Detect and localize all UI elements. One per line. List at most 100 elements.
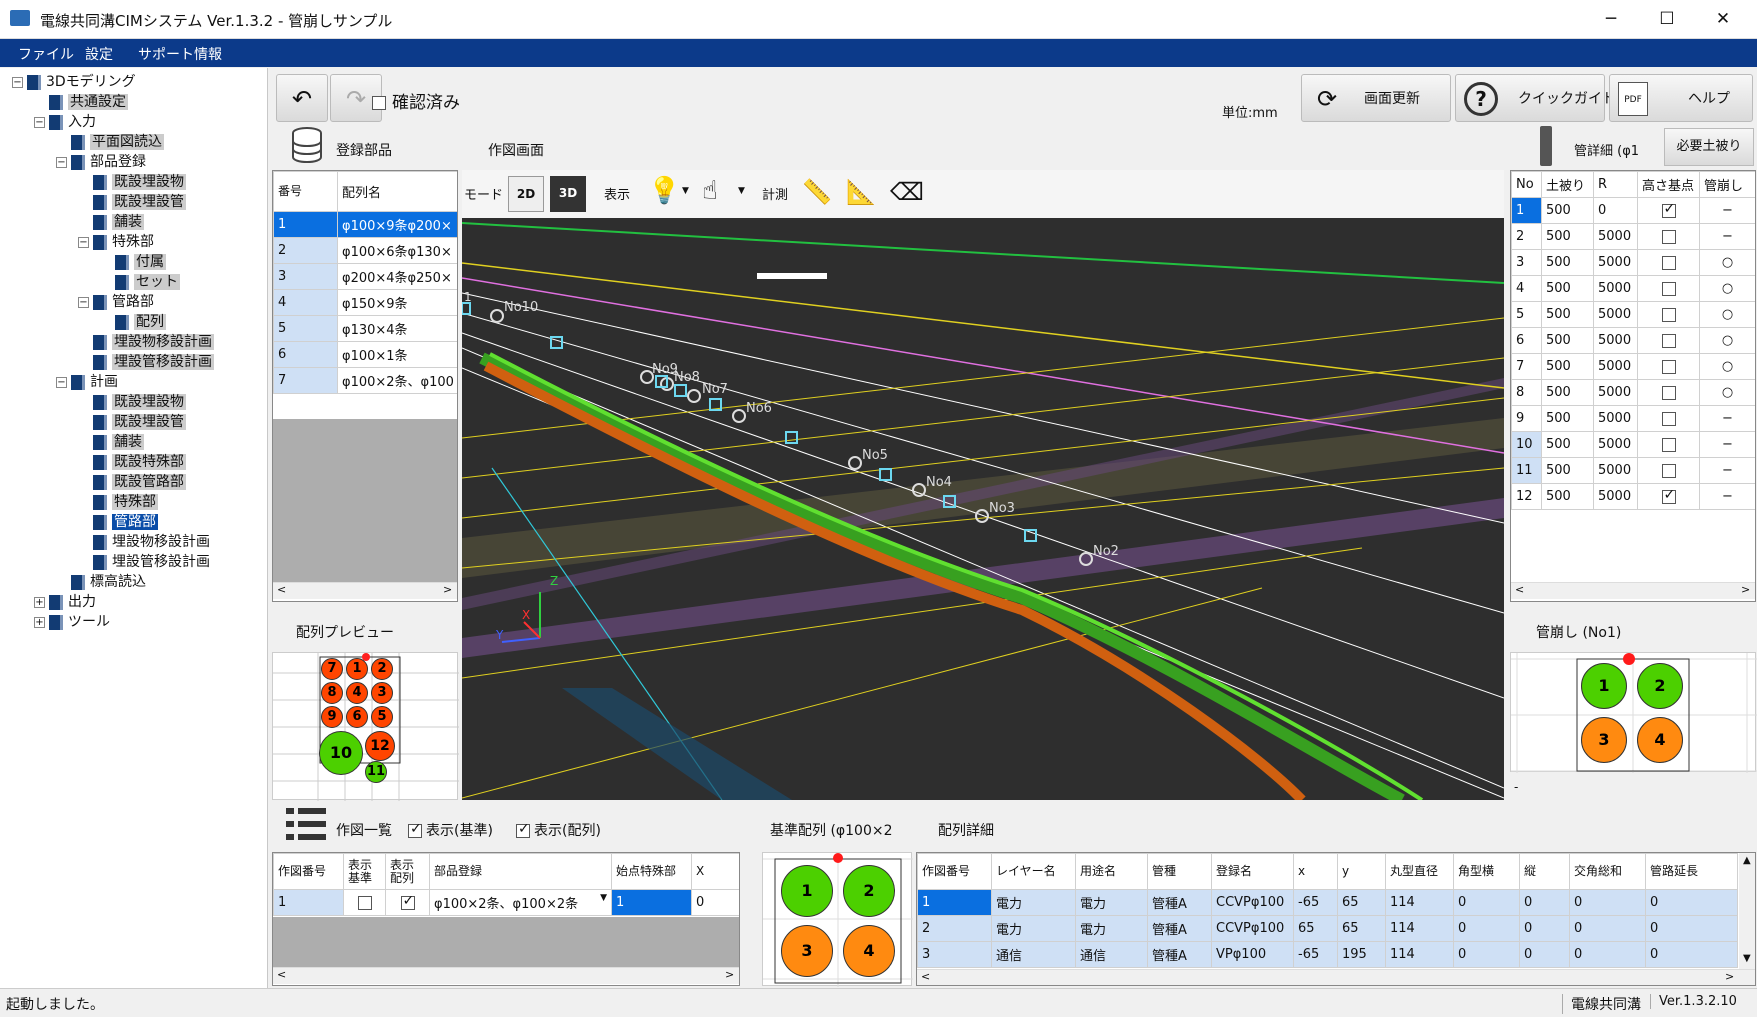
tree-node[interactable]: − 特殊部 <box>78 232 154 252</box>
drawlist-cell-start[interactable]: 1 <box>611 889 692 916</box>
detail-cell-kankuzushi[interactable]: − <box>1699 457 1755 484</box>
detail-cell-kankuzushi[interactable]: ○ <box>1699 275 1755 302</box>
detail-height-base-cell[interactable] <box>1637 353 1700 380</box>
detail-cell-kankuzushi[interactable]: − <box>1699 431 1755 458</box>
expander-icon[interactable]: − <box>12 76 23 88</box>
detail-height-base-cell[interactable] <box>1637 457 1700 484</box>
mode-3d-button[interactable]: 3D <box>550 176 586 212</box>
tree-node[interactable]: 管路部 <box>78 512 158 532</box>
detail-row[interactable]: 2 500 5000 − <box>1511 223 1755 250</box>
detail-height-base-cell[interactable] <box>1637 301 1700 328</box>
detail-row[interactable]: 6 500 5000 ○ <box>1511 327 1755 354</box>
pointer-hand-icon[interactable]: ☝ <box>702 176 718 206</box>
detail-row[interactable]: 15000 − <box>1511 197 1755 224</box>
detail-height-base-cell[interactable] <box>1637 249 1700 276</box>
drawlist-cell-part[interactable]: φ100×2条、φ100×2条 ▼ <box>429 889 612 916</box>
show-array-check[interactable] <box>516 821 530 838</box>
tree-node[interactable]: − 部品登録 <box>56 152 146 172</box>
detail-row[interactable]: 125005000 − <box>1511 483 1755 510</box>
tree-node[interactable]: 既設管路部 <box>78 472 186 492</box>
expander-icon[interactable]: − <box>34 116 45 128</box>
tree-node[interactable]: 埋設管移設計画 <box>78 352 214 372</box>
tree-node[interactable]: 舗装 <box>78 212 144 232</box>
parts-row[interactable]: 3 φ200×4条φ250× <box>273 263 457 290</box>
scroll-left-icon[interactable]: < <box>277 583 286 596</box>
tree-node[interactable]: 既設埋設管 <box>78 412 186 432</box>
detail-hscroll[interactable]: < > <box>1511 582 1755 599</box>
detail-height-base-cell[interactable] <box>1637 483 1700 510</box>
height-base-check[interactable] <box>1661 487 1676 504</box>
parts-row[interactable]: 6 φ100×1条 <box>273 341 457 368</box>
tree-node[interactable]: 既設埋設管 <box>78 192 186 212</box>
array-detail-hscroll[interactable]: < > <box>917 969 1755 985</box>
detail-cell-kankuzushi[interactable]: ○ <box>1699 327 1755 354</box>
detail-cell-kankuzushi[interactable]: ○ <box>1699 301 1755 328</box>
confirmed-checkbox[interactable]: 確認済み <box>372 88 460 113</box>
tree-node[interactable]: 配列 <box>100 312 166 332</box>
height-base-check[interactable] <box>1661 307 1676 322</box>
tree-node[interactable]: 埋設物移設計画 <box>78 532 210 552</box>
menu-support[interactable]: サポート情報 <box>138 44 222 64</box>
scroll-down-icon[interactable]: ▼ <box>1743 953 1751 964</box>
eraser-icon[interactable]: ⌫ <box>890 178 924 206</box>
required-cover-button[interactable]: 必要土被り <box>1664 128 1754 166</box>
drawlist-row[interactable]: 1 φ100×2条、φ100×2条 ▼ 1 0 <box>273 889 739 916</box>
detail-row[interactable]: 8 500 5000 ○ <box>1511 379 1755 406</box>
tree-node[interactable]: 既設埋設物 <box>78 392 186 412</box>
tree-node[interactable]: − 3Dモデリング <box>12 72 136 92</box>
height-base-check[interactable] <box>1661 463 1676 478</box>
drawlist-base-check[interactable] <box>357 895 372 910</box>
expander-icon[interactable]: − <box>56 376 67 388</box>
parts-row[interactable]: 7 φ100×2条、φ100 <box>273 367 457 394</box>
tree-node[interactable]: 付属 <box>100 252 166 272</box>
detail-cell-kankuzushi[interactable]: ○ <box>1699 379 1755 406</box>
height-base-check[interactable] <box>1661 281 1676 296</box>
mode-2d-button[interactable]: 2D <box>508 176 544 212</box>
detail-height-base-cell[interactable] <box>1637 197 1700 224</box>
expander-icon[interactable]: − <box>78 236 89 248</box>
confirmed-check[interactable] <box>372 96 386 110</box>
detail-height-base-cell[interactable] <box>1637 327 1700 354</box>
ruler-point-icon[interactable]: 📐 <box>846 178 876 206</box>
expander-icon[interactable]: − <box>78 296 89 308</box>
scroll-left-icon[interactable]: < <box>921 970 930 983</box>
detail-height-base-cell[interactable] <box>1637 431 1700 458</box>
detail-height-base-cell[interactable] <box>1637 275 1700 302</box>
drawlist-cell-base[interactable] <box>343 889 386 916</box>
tree-node[interactable]: 特殊部 <box>78 492 158 512</box>
show-base-check[interactable] <box>408 821 422 838</box>
quick-guide-button[interactable]: ? クイックガイド <box>1455 74 1616 122</box>
detail-cell-kankuzushi[interactable]: − <box>1699 483 1755 510</box>
drawlist-array-check[interactable] <box>400 893 415 910</box>
tree-node[interactable]: 舗装 <box>78 432 144 452</box>
close-button[interactable]: ✕ <box>1695 0 1751 39</box>
parts-row[interactable]: 4 φ150×9条 <box>273 289 457 316</box>
height-base-check[interactable] <box>1661 385 1676 400</box>
scroll-right-icon[interactable]: > <box>1741 583 1750 596</box>
detail-row[interactable]: 5 500 5000 ○ <box>1511 301 1755 328</box>
scroll-right-icon[interactable]: > <box>725 968 734 981</box>
ruler-icon[interactable]: 📏 <box>802 178 832 206</box>
show-array-checkbox[interactable]: 表示(配列) <box>516 820 601 840</box>
array-detail-row[interactable]: 2 電力 電力 管種A CCVPφ100 65 65 114 0 0 0 0 <box>917 915 1738 942</box>
array-detail-row[interactable]: 1 電力 電力 管種A CCVPφ100 -65 65 114 0 0 0 0 <box>917 889 1738 916</box>
tree-node[interactable]: + ツール <box>34 612 110 632</box>
array-detail-vscroll[interactable]: ▲ ▼ <box>1739 853 1755 969</box>
tree-node[interactable]: + 出力 <box>34 592 96 612</box>
expander-icon[interactable]: + <box>34 616 45 628</box>
menu-settings[interactable]: 設定 <box>85 44 113 64</box>
detail-row[interactable]: 7 500 5000 ○ <box>1511 353 1755 380</box>
tree-node[interactable]: 共通設定 <box>34 92 128 112</box>
height-base-check[interactable] <box>1661 411 1676 426</box>
height-base-check[interactable] <box>1661 201 1676 218</box>
height-base-check[interactable] <box>1661 333 1676 348</box>
tree-node[interactable]: 標高読込 <box>56 572 146 592</box>
chevron-down-icon[interactable]: ▼ <box>600 893 607 903</box>
tree-node[interactable]: 平面図読込 <box>56 132 164 152</box>
scroll-right-icon[interactable]: > <box>443 583 452 596</box>
parts-hscroll[interactable]: < > <box>273 582 457 599</box>
expander-icon[interactable]: − <box>56 156 67 168</box>
tree-node[interactable]: セット <box>100 272 180 292</box>
scroll-up-icon[interactable]: ▲ <box>1743 855 1751 866</box>
height-base-check[interactable] <box>1661 229 1676 244</box>
